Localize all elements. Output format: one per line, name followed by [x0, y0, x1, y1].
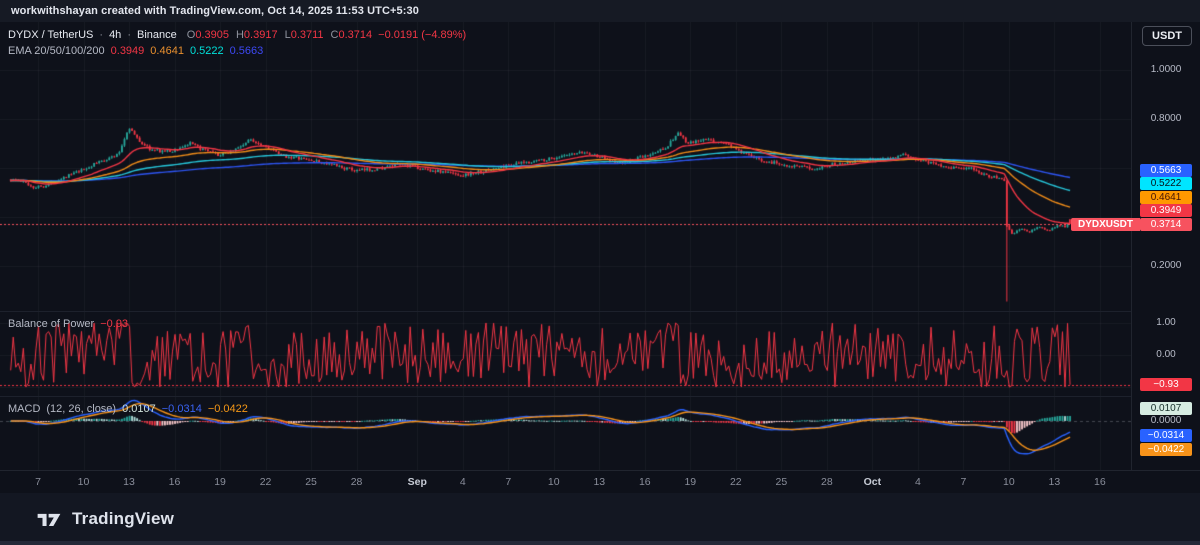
time-tick: 22: [260, 476, 272, 488]
last-price-badge: 0.3714: [1140, 218, 1192, 231]
ema50-badge: 0.4641: [1140, 191, 1192, 204]
ema-value: 0.3949: [111, 45, 145, 57]
balance-of-power-canvas[interactable]: [0, 311, 1132, 396]
symbol-legend[interactable]: DYDX / TetherUS · 4h · Binance O0.3905 H0…: [8, 29, 466, 41]
macd-signal-badge: −0.0422: [1140, 443, 1192, 456]
chart-region: DYDX / TetherUS · 4h · Binance O0.3905 H0…: [0, 22, 1200, 493]
symbol-title[interactable]: DYDX / TetherUS: [8, 29, 93, 41]
ema-value: 0.5663: [230, 45, 264, 57]
exchange-label: Binance: [137, 29, 177, 41]
time-tick: 7: [35, 476, 41, 488]
bop-axis-label: 1.00: [1140, 317, 1192, 329]
macd-legend[interactable]: MACD (12, 26, close) 0.0107 −0.0314 −0.042…: [8, 403, 248, 415]
macd-params: (12, 26, close): [46, 403, 116, 415]
symbol-price-flag: DYDXUSDT: [1071, 218, 1140, 231]
ema100-badge: 0.5222: [1140, 177, 1192, 190]
time-tick: 19: [214, 476, 226, 488]
time-tick-major: Oct: [864, 476, 882, 488]
ohlc-values: O0.3905 H0.3917 L0.3711 C0.3714: [187, 29, 372, 41]
macd-indicator-title[interactable]: MACD: [8, 403, 40, 415]
ema-value: 0.5222: [190, 45, 224, 57]
pane-resize-handle[interactable]: [0, 311, 1132, 312]
price-axis-label: 1.0000: [1140, 64, 1192, 76]
pane-resize-handle[interactable]: [0, 396, 1132, 397]
macd-line-badge: −0.0314: [1140, 429, 1192, 442]
time-tick: 13: [593, 476, 605, 488]
time-tick: 10: [1003, 476, 1015, 488]
ema-indicator-title[interactable]: EMA 20/50/100/200: [8, 45, 105, 57]
macd-zero-label: 0.0000: [1140, 415, 1192, 427]
ema200-badge: 0.5663: [1140, 164, 1192, 177]
time-tick: 22: [730, 476, 742, 488]
macd-value: 0.0107: [122, 403, 156, 415]
tradingview-chart-window: workwithshayan created with TradingView.…: [0, 0, 1200, 545]
ohlc-item: H0.3917: [236, 29, 278, 41]
time-tick: 4: [460, 476, 466, 488]
interval-label[interactable]: 4h: [109, 29, 121, 41]
time-tick: 7: [960, 476, 966, 488]
ohlc-item: C0.3714: [331, 29, 373, 41]
time-axis[interactable]: 7 10 13 16 19 22 25 28 Sep 4 7 10 13 16 19 22 25 28 Oct 4 7 1…: [0, 470, 1200, 494]
time-tick: 28: [821, 476, 833, 488]
separator-dot: ·: [127, 29, 131, 41]
time-tick: 28: [351, 476, 363, 488]
price-chart-canvas[interactable]: [0, 22, 1132, 311]
macd-hist-badge: 0.0107: [1140, 402, 1192, 415]
time-tick: 13: [123, 476, 135, 488]
time-tick: 16: [639, 476, 651, 488]
bop-axis-label: 0.00: [1140, 349, 1192, 361]
bop-legend[interactable]: Balance of Power −0.93: [8, 318, 128, 330]
tradingview-logo-icon[interactable]: [36, 508, 62, 531]
macd-value: −0.0314: [162, 403, 202, 415]
tradingview-brand-text[interactable]: TradingView: [72, 509, 174, 529]
ema20-badge: 0.3949: [1140, 204, 1192, 217]
time-tick: 10: [548, 476, 560, 488]
time-tick: 16: [169, 476, 181, 488]
ema-legend[interactable]: EMA 20/50/100/200 0.3949 0.4641 0.5222 0.56…: [8, 45, 263, 57]
ohlc-item: O0.3905: [187, 29, 229, 41]
ema-values: 0.3949 0.4641 0.5222 0.5663: [111, 45, 264, 57]
macd-value: −0.0422: [208, 403, 248, 415]
bop-value-badge: −0.93: [1140, 378, 1192, 391]
window-edge: [0, 541, 1200, 545]
time-tick: 25: [305, 476, 317, 488]
time-tick-major: Sep: [408, 476, 427, 488]
bop-indicator-title[interactable]: Balance of Power: [8, 318, 94, 330]
time-tick: 10: [78, 476, 90, 488]
attribution-bar: workwithshayan created with TradingView.…: [0, 0, 1200, 22]
time-tick: 13: [1049, 476, 1061, 488]
separator-dot: ·: [99, 29, 103, 41]
currency-toggle-button[interactable]: USDT: [1142, 26, 1192, 46]
ema-value: 0.4641: [150, 45, 184, 57]
symbol-flag-text: DYDXUSDT: [1078, 219, 1133, 230]
time-tick: 4: [915, 476, 921, 488]
price-axis-label: 0.2000: [1140, 260, 1192, 272]
ohlc-item: L0.3711: [285, 29, 324, 41]
bop-value: −0.93: [100, 318, 128, 330]
change-value: −0.0191 (−4.89%): [378, 29, 466, 41]
time-tick: 19: [684, 476, 696, 488]
macd-values: 0.0107 −0.0314 −0.0422: [122, 403, 248, 415]
footer-bar: TradingView: [0, 493, 1200, 545]
time-tick: 16: [1094, 476, 1106, 488]
time-tick: 7: [505, 476, 511, 488]
time-tick: 25: [775, 476, 787, 488]
attribution-text: workwithshayan created with TradingView.…: [11, 5, 419, 17]
price-axis-label: 0.8000: [1140, 113, 1192, 125]
